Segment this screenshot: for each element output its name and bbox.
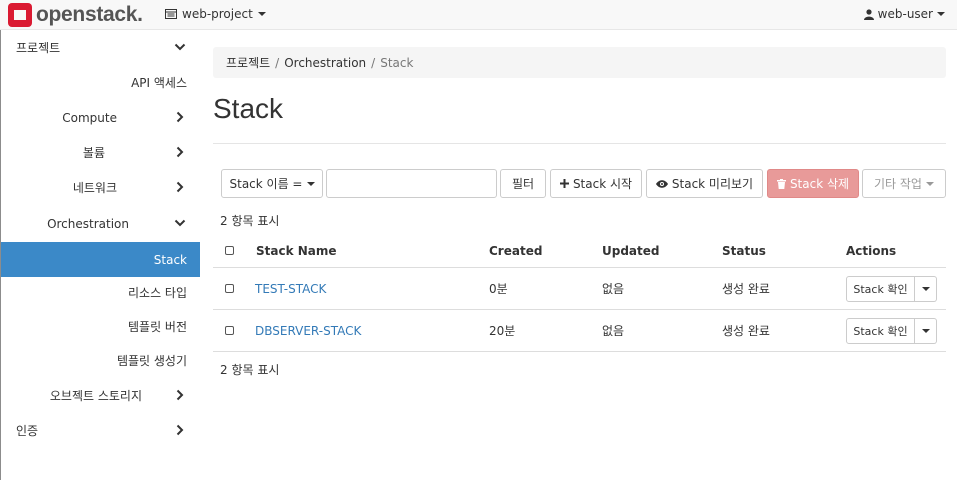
breadcrumb-separator: / (371, 55, 376, 70)
check-stack-button[interactable]: Stack 확인 (846, 276, 915, 302)
delete-stack-label: Stack 삭제 (789, 177, 850, 191)
caret-down-icon (937, 12, 945, 16)
sidebar-item-label: 템플릿 버전 (127, 320, 187, 334)
filter-field-label: Stack 이름 = (229, 177, 303, 191)
sidebar-item-api-access[interactable]: API 액세스 (1, 65, 200, 100)
sidebar-item-template-versions[interactable]: 템플릿 버전 (1, 309, 200, 344)
column-header-name[interactable]: Stack Name (256, 234, 337, 267)
column-header-updated[interactable]: Updated (602, 234, 660, 267)
sidebar-item-label: 오브젝트 스토리지 (49, 389, 142, 403)
row-actions: Stack 확인 (846, 276, 937, 302)
trash-icon (776, 178, 786, 189)
item-count: 2 항목 표시 (220, 214, 280, 228)
chevron-right-icon (176, 111, 184, 123)
page-title: Stack (213, 93, 284, 124)
table-header: Stack Name Created Updated Status Action… (213, 234, 946, 268)
preview-stack-button[interactable]: Stack 미리보기 (646, 169, 763, 198)
search-input[interactable] (326, 169, 497, 198)
sidebar-item-label: Stack (153, 252, 187, 267)
column-header-status[interactable]: Status (722, 234, 766, 267)
eye-icon (655, 179, 668, 188)
more-actions-label: 기타 작업 (874, 177, 922, 191)
sidebar-item-volumes[interactable]: 볼륨 (1, 135, 200, 170)
sidebar-item-label: 볼륨 (82, 146, 105, 160)
user-name: web-user (877, 7, 933, 21)
row-actions-toggle[interactable] (915, 318, 937, 344)
launch-stack-button[interactable]: Stack 시작 (550, 169, 642, 198)
stack-status: 생성 완료 (722, 282, 770, 296)
stack-name-link[interactable]: DBSERVER-STACK (255, 310, 361, 351)
stack-updated: 없음 (602, 324, 625, 338)
breadcrumb-item[interactable]: 프로젝트 (226, 54, 270, 71)
breadcrumb: 프로젝트 / Orchestration / Stack (213, 47, 946, 78)
openstack-logo-icon (8, 3, 32, 27)
sidebar-item-stack[interactable]: Stack (1, 242, 200, 277)
stack-updated: 없음 (602, 282, 625, 296)
top-navbar: openstack. web-project web-user (0, 0, 957, 30)
filter-field-select[interactable]: Stack 이름 = (221, 169, 323, 198)
brand-logo[interactable]: openstack. (8, 2, 143, 28)
stack-created: 20분 (489, 324, 516, 338)
breadcrumb-current: Stack (380, 55, 414, 70)
sidebar-item-project[interactable]: 프로젝트 (1, 30, 200, 65)
sidebar-item-label: 네트워크 (72, 181, 117, 195)
chevron-right-icon (176, 146, 184, 158)
sidebar-item-compute[interactable]: Compute (1, 100, 200, 135)
plus-icon (559, 179, 569, 188)
user-dropdown[interactable]: web-user (863, 7, 945, 21)
user-icon (863, 8, 874, 20)
caret-down-icon (925, 181, 934, 186)
sidebar-item-label: API 액세스 (131, 76, 187, 90)
row-actions-toggle[interactable] (915, 276, 937, 302)
chevron-down-icon (174, 219, 186, 227)
chevron-down-icon (174, 43, 186, 51)
project-icon (165, 9, 177, 19)
sidebar-item-resource-types[interactable]: 리소스 타입 (1, 275, 200, 310)
delete-stack-button[interactable]: Stack 삭제 (767, 169, 859, 198)
check-stack-button[interactable]: Stack 확인 (846, 318, 915, 344)
row-checkbox[interactable] (225, 326, 234, 335)
caret-down-icon (921, 287, 930, 291)
preview-stack-label: Stack 미리보기 (671, 177, 754, 191)
more-actions-button[interactable]: 기타 작업 (862, 169, 946, 198)
divider (213, 143, 946, 144)
table-row: DBSERVER-STACK 20분 없음 생성 완료 Stack 확인 (213, 310, 946, 352)
sidebar-item-template-generator[interactable]: 템플릿 생성기 (1, 343, 200, 378)
sidebar-item-label: 리소스 타입 (127, 286, 187, 300)
caret-down-icon (306, 181, 315, 186)
project-dropdown[interactable]: web-project (165, 7, 266, 21)
column-header-created[interactable]: Created (489, 234, 542, 267)
stack-name-link[interactable]: TEST-STACK (255, 268, 326, 309)
column-header-actions: Actions (846, 243, 897, 258)
sidebar-item-identity[interactable]: 인증 (1, 413, 200, 448)
sidebar-item-label: 프로젝트 (16, 41, 61, 55)
sidebar-item-object-storage[interactable]: 오브젝트 스토리지 (1, 378, 200, 413)
chevron-right-icon (176, 389, 184, 401)
item-count: 2 항목 표시 (220, 363, 280, 377)
caret-down-icon (257, 12, 266, 16)
chevron-right-icon (176, 424, 184, 436)
sidebar: 프로젝트 API 액세스 Compute 볼륨 네트워크 Orchestrati… (0, 30, 200, 480)
select-all-checkbox[interactable] (225, 246, 234, 255)
chevron-right-icon (176, 181, 184, 193)
sidebar-item-label: Compute (62, 110, 117, 125)
table-row: TEST-STACK 0분 없음 생성 완료 Stack 확인 (213, 268, 946, 310)
caret-down-icon (921, 329, 930, 333)
row-checkbox[interactable] (225, 284, 234, 293)
filter-button-label: 필터 (511, 177, 535, 191)
filter-button[interactable]: 필터 (500, 169, 546, 198)
breadcrumb-item[interactable]: Orchestration (284, 56, 366, 70)
sidebar-item-label: 템플릿 생성기 (116, 354, 187, 368)
stack-status: 생성 완료 (722, 324, 770, 338)
sidebar-item-label: 인증 (16, 424, 39, 438)
breadcrumb-separator: / (275, 55, 280, 70)
launch-stack-label: Stack 시작 (572, 177, 633, 191)
brand-name: openstack. (36, 3, 143, 26)
sidebar-item-network[interactable]: 네트워크 (1, 170, 200, 205)
sidebar-item-orchestration[interactable]: Orchestration (1, 206, 200, 241)
stack-created: 0분 (489, 282, 508, 296)
row-actions: Stack 확인 (846, 318, 937, 344)
project-name: web-project (182, 7, 253, 21)
sidebar-item-label: Orchestration (47, 216, 129, 231)
